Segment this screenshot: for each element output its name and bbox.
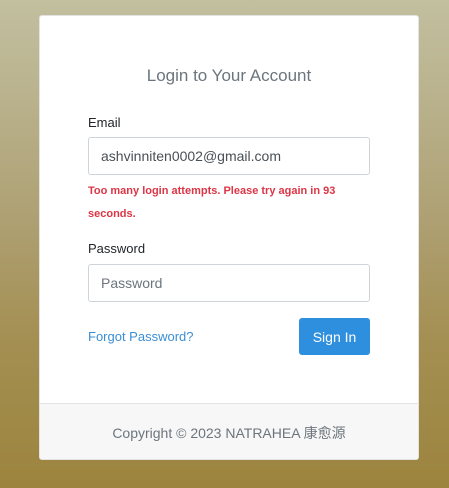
email-field[interactable] [88, 137, 370, 175]
sign-in-button[interactable]: Sign In [299, 318, 370, 355]
email-label: Email [88, 115, 121, 130]
login-card: Login to Your Account Email Too many log… [39, 15, 419, 460]
password-field[interactable] [88, 264, 370, 302]
error-message: Too many login attempts. Please try agai… [88, 185, 336, 220]
forgot-password-link[interactable]: Forgot Password? [88, 329, 194, 344]
card-footer: Copyright © 2023 NATRAHEA 康愈源 [40, 403, 418, 459]
password-label: Password [88, 241, 146, 256]
copyright-text: Copyright © 2023 NATRAHEA 康愈源 [112, 425, 346, 441]
page-title: Login to Your Account [146, 66, 312, 85]
